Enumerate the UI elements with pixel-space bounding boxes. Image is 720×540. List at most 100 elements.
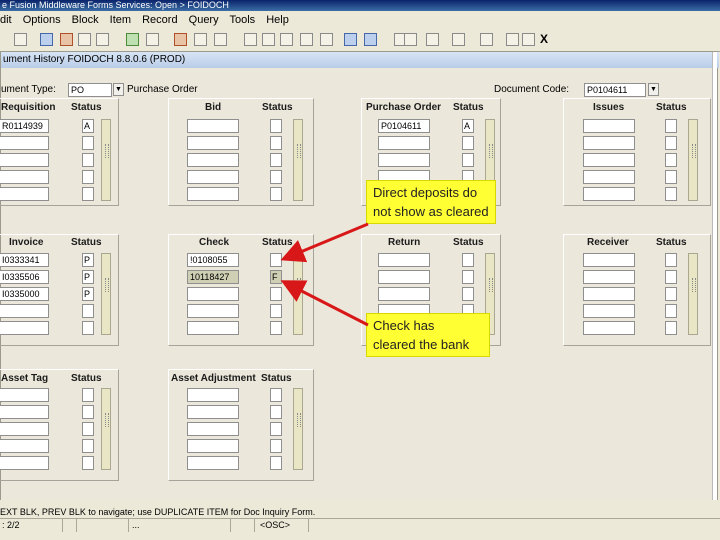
asset-adjustment-status[interactable] (270, 405, 282, 419)
receiver-row[interactable] (583, 287, 635, 301)
return-status[interactable] (462, 287, 474, 301)
issues-row[interactable] (583, 136, 635, 150)
issues-row[interactable] (583, 187, 635, 201)
receiver-status[interactable] (665, 321, 677, 335)
requisition-scrollbar[interactable] (101, 119, 111, 201)
asset-tag-status[interactable] (82, 405, 94, 419)
asset-adjustment-row[interactable] (187, 405, 239, 419)
asset-tag-row[interactable] (0, 388, 49, 402)
issues-status[interactable] (665, 170, 677, 184)
invoice-row[interactable] (0, 304, 49, 318)
asset-adjustment-status[interactable] (270, 388, 282, 402)
enter-query-icon[interactable] (78, 33, 91, 46)
invoice-status[interactable] (82, 321, 94, 335)
purchase-order-status[interactable] (462, 136, 474, 150)
menu-block[interactable]: Block (72, 14, 99, 26)
issues-row[interactable] (583, 170, 635, 184)
document-type-dropdown-icon[interactable]: ▼ (113, 83, 124, 96)
receiver-row[interactable] (583, 270, 635, 284)
asset-adjustment-status[interactable] (270, 422, 282, 436)
asset-tag-status[interactable] (82, 422, 94, 436)
next-record-icon[interactable] (280, 33, 293, 46)
requisition-row[interactable]: R0114939 (0, 119, 49, 133)
bid-row[interactable] (187, 170, 239, 184)
check-status[interactable] (270, 253, 282, 267)
menu-tools[interactable]: Tools (229, 14, 255, 26)
return-row[interactable] (378, 253, 430, 267)
document-code-field[interactable]: P0104611 (584, 83, 646, 97)
return-status[interactable] (462, 253, 474, 267)
check-status-selected[interactable]: F (270, 270, 282, 284)
bid-row[interactable] (187, 136, 239, 150)
insert-record-icon[interactable] (126, 33, 139, 46)
bid-status[interactable] (270, 119, 282, 133)
invoice-scrollbar[interactable] (101, 253, 111, 335)
issues-status[interactable] (665, 187, 677, 201)
check-row-selected[interactable]: 10118427 (187, 270, 239, 284)
invoice-status[interactable] (82, 304, 94, 318)
prev-field-icon[interactable] (60, 33, 73, 46)
help-icon[interactable] (214, 33, 227, 46)
asset-adjustment-row[interactable] (187, 456, 239, 470)
requisition-status[interactable] (82, 187, 94, 201)
next-block-icon[interactable] (344, 33, 357, 46)
menu-help[interactable]: Help (266, 14, 289, 26)
prev-record-icon[interactable] (262, 33, 275, 46)
issues-status[interactable] (665, 119, 677, 133)
check-row[interactable] (187, 304, 239, 318)
form-scrollbar[interactable] (712, 52, 717, 501)
receiver-status[interactable] (665, 304, 677, 318)
asset-tag-status[interactable] (82, 456, 94, 470)
invoice-status[interactable]: P (82, 287, 94, 301)
purchase-order-status[interactable] (462, 153, 474, 167)
invoice-status[interactable]: P (82, 253, 94, 267)
requisition-status[interactable]: A (82, 119, 94, 133)
invoice-row[interactable]: I0335506 (0, 270, 49, 284)
paste-icon[interactable] (404, 33, 417, 46)
invoice-row[interactable]: I0335000 (0, 287, 49, 301)
return-row[interactable] (378, 270, 430, 284)
check-row[interactable] (187, 321, 239, 335)
save-icon[interactable] (14, 33, 27, 46)
question-icon[interactable] (506, 33, 519, 46)
bid-row[interactable] (187, 153, 239, 167)
export-icon[interactable] (452, 33, 465, 46)
return-row[interactable] (378, 287, 430, 301)
requisition-status[interactable] (82, 170, 94, 184)
requisition-row[interactable] (0, 136, 49, 150)
asset-adjustment-row[interactable] (187, 439, 239, 453)
search-icon[interactable] (320, 33, 333, 46)
bid-row[interactable] (187, 119, 239, 133)
check-row[interactable]: !0108055 (187, 253, 239, 267)
invoice-row[interactable]: I0333341 (0, 253, 49, 267)
check-status[interactable] (270, 287, 282, 301)
check-scrollbar[interactable] (293, 253, 303, 335)
document-type-field[interactable]: PO (68, 83, 112, 97)
bid-status[interactable] (270, 170, 282, 184)
first-record-icon[interactable] (244, 33, 257, 46)
last-record-icon[interactable] (300, 33, 313, 46)
purchase-order-row[interactable]: P0104611 (378, 119, 430, 133)
receiver-scrollbar[interactable] (688, 253, 698, 335)
asset-tag-row[interactable] (0, 405, 49, 419)
receiver-row[interactable] (583, 253, 635, 267)
bid-status[interactable] (270, 153, 282, 167)
check-status[interactable] (270, 321, 282, 335)
issues-scrollbar[interactable] (688, 119, 698, 201)
purchase-order-status[interactable]: A (462, 119, 474, 133)
bid-scrollbar[interactable] (293, 119, 303, 201)
asset-adjustment-status[interactable] (270, 439, 282, 453)
check-row[interactable] (187, 287, 239, 301)
receiver-row[interactable] (583, 304, 635, 318)
asset-adjustment-row[interactable] (187, 422, 239, 436)
asset-adjustment-row[interactable] (187, 388, 239, 402)
asset-tag-row[interactable] (0, 439, 49, 453)
help-topic-icon[interactable] (522, 33, 535, 46)
asset-adjustment-status[interactable] (270, 456, 282, 470)
requisition-row[interactable] (0, 153, 49, 167)
receiver-status[interactable] (665, 270, 677, 284)
purchase-order-row[interactable] (378, 136, 430, 150)
check-status[interactable] (270, 304, 282, 318)
issues-row[interactable] (583, 119, 635, 133)
return-status[interactable] (462, 270, 474, 284)
